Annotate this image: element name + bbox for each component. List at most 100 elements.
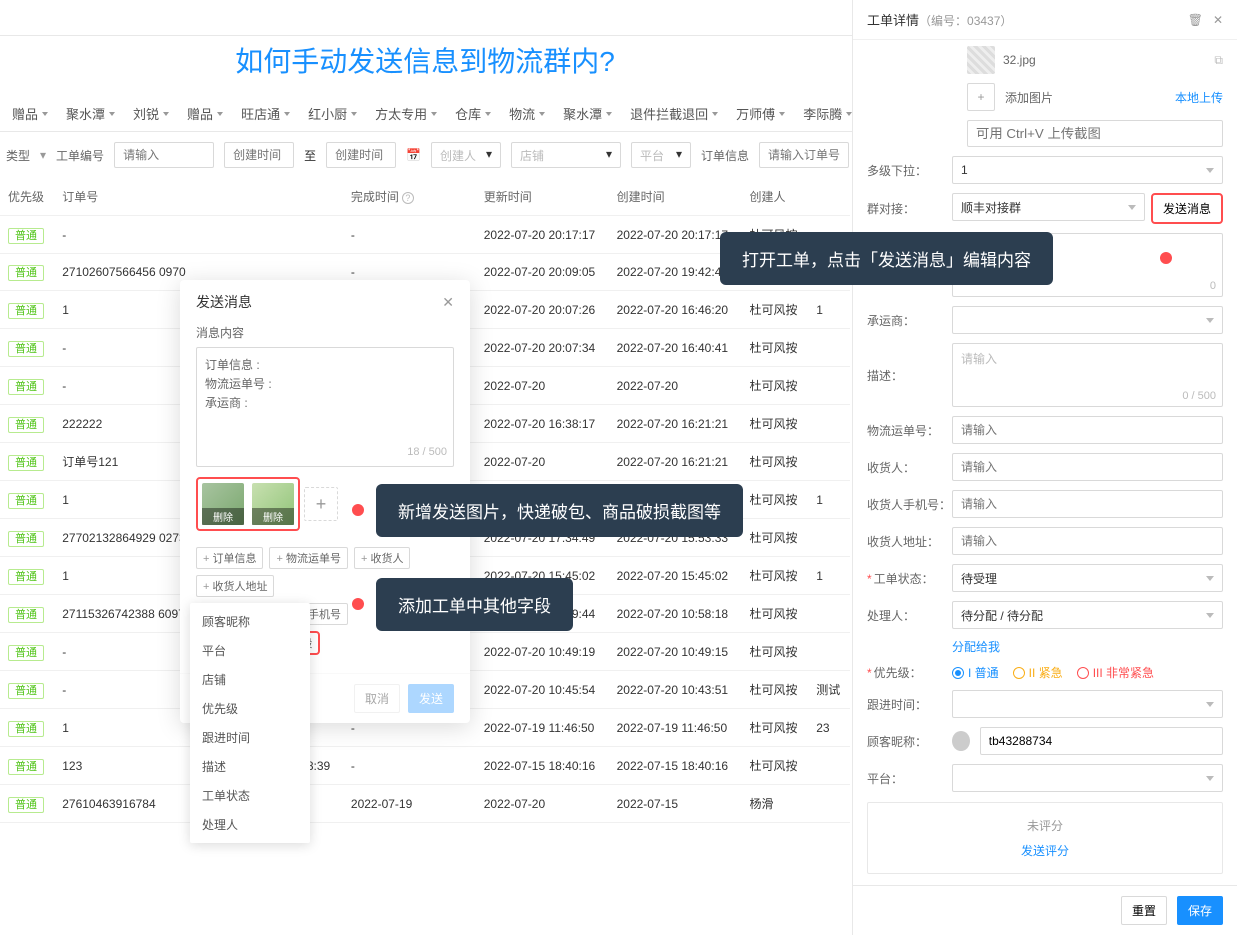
table-cell — [808, 367, 850, 405]
modal-cancel-button[interactable]: 取消 — [354, 684, 400, 713]
dropdown-item[interactable]: 平台 — [190, 636, 310, 665]
table-cell: 2022-07-20 — [609, 367, 742, 405]
nick-input[interactable] — [980, 727, 1223, 755]
dropdown-item[interactable]: 跟进时间 — [190, 723, 310, 752]
trackno-input[interactable] — [952, 416, 1223, 444]
filter-creator-select[interactable]: 创建人▾ — [431, 142, 501, 168]
table-row[interactable]: 普通123-2022-07-18 18:39-2022-07-15 18:40:… — [0, 747, 850, 785]
carrier-select[interactable] — [952, 306, 1223, 334]
table-cell: 普通 — [0, 519, 54, 557]
nav-item[interactable]: 万师傅 — [736, 104, 785, 123]
table-cell: 杜可风按 — [741, 443, 808, 481]
priority-very-urgent-radio[interactable]: III 非常紧急 — [1077, 664, 1154, 681]
nav-item[interactable]: 物流 — [509, 104, 545, 123]
dropdown-item[interactable]: 处理人 — [190, 810, 310, 839]
close-icon[interactable]: ✕ — [1213, 13, 1223, 27]
table-header: 优先级 — [0, 178, 54, 216]
table-cell: 普通 — [0, 633, 54, 671]
nav-item[interactable]: 旺店通 — [241, 104, 290, 123]
attachment-thumb[interactable] — [967, 46, 995, 74]
add-image-button[interactable]: + — [967, 83, 995, 111]
filter-shop-select[interactable]: 店铺▾ — [511, 142, 621, 168]
dropdown-item[interactable]: 店铺 — [190, 665, 310, 694]
modal-send-button[interactable]: 发送 — [408, 684, 454, 713]
add-attachment-button[interactable]: + — [304, 487, 338, 521]
field-chip[interactable]: 收货人 — [354, 547, 410, 569]
field-chip[interactable]: 订单信息 — [196, 547, 263, 569]
nav-item[interactable]: 赠品 — [187, 104, 223, 123]
attachment-name: 32.jpg — [1003, 53, 1036, 67]
table-cell — [808, 519, 850, 557]
char-counter: 18 / 500 — [407, 444, 447, 462]
multi-select[interactable]: 1 — [952, 156, 1223, 184]
field-handler-label: 处理人： — [867, 607, 952, 624]
dropdown-item[interactable]: 工单状态 — [190, 781, 310, 810]
priority-urgent-radio[interactable]: II 紧急 — [1013, 664, 1063, 681]
table-header: 订单号 — [54, 178, 206, 216]
dropdown-item[interactable]: 顾客昵称 — [190, 607, 310, 636]
table-cell: 2022-07-15 18:40:16 — [609, 747, 742, 785]
send-message-button[interactable]: 发送消息 — [1151, 193, 1223, 224]
group-select[interactable]: 顺丰对接群 — [952, 193, 1145, 221]
table-cell: 2022-07-20 10:58:18 — [609, 595, 742, 633]
table-cell: 普通 — [0, 671, 54, 709]
filter-date-from[interactable] — [224, 142, 294, 168]
table-cell: 2022-07-20 16:21:21 — [609, 443, 742, 481]
filter-order-input[interactable] — [759, 142, 849, 168]
table-cell: 普通 — [0, 367, 54, 405]
modal-close-icon[interactable]: ✕ — [442, 294, 454, 311]
save-button[interactable]: 保存 — [1177, 896, 1223, 925]
nav-item[interactable]: 红小厨 — [308, 104, 357, 123]
assign-to-me-link[interactable]: 分配给我 — [952, 640, 1000, 654]
nav-item[interactable]: 退件拦截退回 — [630, 104, 718, 123]
status-select[interactable]: 待受理 — [952, 564, 1223, 592]
desc-textarea[interactable]: 请输入0 / 500 — [952, 343, 1223, 407]
table-cell: 杜可风按 — [741, 405, 808, 443]
chevron-down-icon[interactable]: ▾ — [40, 148, 46, 162]
nav-item[interactable]: 聚水潭 — [66, 104, 115, 123]
thumb-delete-2[interactable]: 删除 — [252, 508, 294, 525]
table-header: 创建人 — [741, 178, 808, 216]
table-cell: 2022-07-15 18:40:16 — [476, 747, 609, 785]
platform-select[interactable] — [952, 764, 1223, 792]
priority-normal-radio[interactable]: I 普通 — [952, 664, 999, 681]
table-cell — [808, 747, 850, 785]
attachment-thumb-1[interactable]: 删除 — [202, 483, 244, 525]
dropdown-item[interactable]: 优先级 — [190, 694, 310, 723]
nav-item[interactable]: 仓库 — [455, 104, 491, 123]
table-cell — [808, 595, 850, 633]
table-cell: 普通 — [0, 595, 54, 633]
phone-input[interactable] — [952, 490, 1223, 518]
delete-icon[interactable]: 🗑 — [1188, 13, 1203, 27]
field-chip[interactable]: 物流运单号 — [269, 547, 347, 569]
nav-item[interactable]: 李际腾 — [803, 104, 852, 123]
table-cell — [808, 785, 850, 823]
handler-select[interactable]: 待分配 / 待分配 — [952, 601, 1223, 629]
follow-time-select[interactable] — [952, 690, 1223, 718]
send-rating-link[interactable]: 发送评分 — [882, 842, 1208, 859]
thumb-delete-1[interactable]: 删除 — [202, 508, 244, 525]
message-textarea[interactable]: 订单信息 : 物流运单号 : 承运商 : 18 / 500 — [196, 347, 454, 467]
reset-button[interactable]: 重置 — [1121, 896, 1167, 925]
field-chip[interactable]: 收货人地址 — [196, 575, 274, 597]
nav-item[interactable]: 聚水潭 — [563, 104, 612, 123]
dropdown-item[interactable]: 描述 — [190, 752, 310, 781]
nav-item[interactable]: 方太专用 — [375, 104, 437, 123]
filter-ticket-id-input[interactable] — [114, 142, 214, 168]
calendar-icon[interactable]: 📅 — [406, 148, 421, 162]
filter-date-to[interactable] — [326, 142, 396, 168]
attachment-view-icon[interactable]: ⧉ — [1214, 53, 1223, 68]
table-cell: 普通 — [0, 216, 54, 254]
nav-item[interactable]: 赠品 — [12, 104, 48, 123]
local-upload-link[interactable]: 本地上传 — [1175, 89, 1223, 106]
recv-input[interactable] — [952, 453, 1223, 481]
paste-screenshot-input[interactable] — [967, 120, 1223, 147]
nav-item[interactable]: 刘锐 — [133, 104, 169, 123]
help-icon[interactable]: ? — [402, 192, 414, 204]
attachment-thumb-2[interactable]: 删除 — [252, 483, 294, 525]
table-row[interactable]: 普通27610463916784--2022-07-192022-07-2020… — [0, 785, 850, 823]
addr-input[interactable] — [952, 527, 1223, 555]
filter-ticket-id-label: 工单编号 — [56, 147, 104, 164]
filter-platform-select[interactable]: 平台▾ — [631, 142, 691, 168]
table-cell: 23 — [808, 709, 850, 747]
